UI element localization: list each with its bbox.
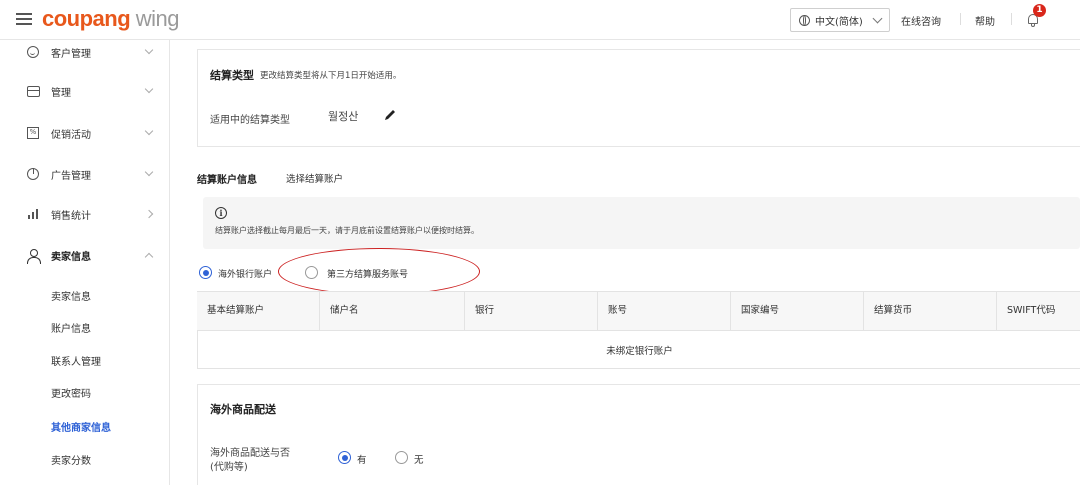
chevron-up-icon bbox=[144, 252, 154, 262]
pencil-icon[interactable] bbox=[383, 108, 397, 122]
language-select[interactable]: 中文(简体) bbox=[790, 8, 890, 32]
chevron-right-icon bbox=[144, 209, 154, 219]
card-icon bbox=[26, 84, 40, 98]
sidebar-item-label: 客户管理 bbox=[51, 48, 91, 60]
sidebar-item-label: 销售统计 bbox=[51, 210, 91, 222]
sub-item-change-password[interactable]: 更改密码 bbox=[51, 385, 91, 400]
radio-overseas-yes[interactable] bbox=[338, 451, 351, 464]
column-header: 银行 bbox=[465, 292, 598, 330]
pie-chart-icon bbox=[26, 167, 40, 181]
settlement-type-title: 结算类型 bbox=[210, 69, 254, 82]
sidebar-item-label: 促销活动 bbox=[51, 129, 91, 141]
sidebar-item-seller-info[interactable]: 卖家信息 bbox=[0, 243, 169, 267]
bar-chart-icon bbox=[26, 207, 40, 221]
logo[interactable]: coupang wing bbox=[42, 6, 180, 32]
table-header: 基本结算账户 储户名 银行 账号 国家编号 结算货币 SWIFT代码 bbox=[197, 291, 1080, 331]
sidebar-item-manage[interactable]: 管理 bbox=[0, 79, 169, 103]
user-icon bbox=[26, 248, 41, 264]
column-header: 账号 bbox=[598, 292, 731, 330]
current-settlement-value: 월정산 bbox=[328, 110, 359, 123]
overseas-shipping-title: 海外商品配送 bbox=[210, 403, 276, 416]
sidebar-item-label: 广告管理 bbox=[51, 170, 91, 182]
sidebar-item-customer[interactable]: 客户管理 bbox=[0, 40, 169, 64]
menu-icon[interactable] bbox=[16, 13, 32, 25]
sidebar-item-sales-stats[interactable]: 销售统计 bbox=[0, 202, 169, 226]
column-header: 储户名 bbox=[320, 292, 465, 330]
overseas-shipping-card: 海外商品配送 海外商品配送与否 (代购等) 有 无 bbox=[197, 384, 1080, 485]
help-link[interactable]: 帮助 bbox=[975, 13, 995, 28]
chevron-down-icon bbox=[144, 45, 154, 55]
divider bbox=[960, 13, 961, 25]
language-label: 中文(简体) bbox=[815, 16, 863, 28]
sub-item-contacts[interactable]: 联系人管理 bbox=[51, 353, 101, 368]
column-header: 国家编号 bbox=[731, 292, 864, 330]
divider bbox=[1011, 13, 1012, 25]
sidebar-item-ads[interactable]: 广告管理 bbox=[0, 162, 169, 186]
chevron-down-icon bbox=[872, 13, 883, 24]
chevron-down-icon bbox=[144, 126, 154, 136]
sub-item-account-info[interactable]: 账户信息 bbox=[51, 320, 91, 335]
radio-overseas-yes-label[interactable]: 有 bbox=[357, 452, 367, 466]
chevron-down-icon bbox=[144, 84, 154, 94]
column-header: 基本结算账户 bbox=[197, 292, 320, 330]
chevron-down-icon bbox=[144, 167, 154, 177]
column-header: 结算货币 bbox=[864, 292, 997, 330]
notification-badge: 1 bbox=[1033, 4, 1046, 17]
info-icon: i bbox=[215, 207, 227, 219]
online-consult-link[interactable]: 在线咨询 bbox=[901, 13, 941, 28]
settlement-type-card: 结算类型 更改结算类型将从下月1日开始适用。 适用中的结算类型 월정산 bbox=[197, 49, 1080, 147]
notice-box: i 结算账户选择截止每月最后一天，请于月底前设置结算账户以便按时结算。 bbox=[203, 197, 1080, 249]
empty-state-text: 未绑定银行账户 bbox=[606, 346, 673, 357]
notice-text: 结算账户选择截止每月最后一天，请于月底前设置结算账户以便按时结算。 bbox=[215, 226, 479, 235]
radio-overseas-no-label[interactable]: 无 bbox=[414, 452, 424, 466]
sidebar-item-label: 卖家信息 bbox=[51, 251, 91, 263]
annotation-ellipse bbox=[278, 248, 480, 295]
sidebar-item-promotion[interactable]: % 促销活动 bbox=[0, 121, 169, 145]
promo-icon: % bbox=[26, 126, 40, 140]
column-header: SWIFT代码 bbox=[1007, 305, 1056, 316]
radio-overseas-bank-label[interactable]: 海外银行账户 bbox=[218, 267, 272, 280]
top-header: coupang wing 中文(简体) 在线咨询 帮助 1 bbox=[0, 0, 1080, 40]
smile-icon bbox=[26, 45, 40, 59]
account-info-title: 结算账户信息 bbox=[197, 175, 257, 186]
radio-overseas-no[interactable] bbox=[395, 451, 408, 464]
sub-item-seller-score[interactable]: 卖家分数 bbox=[51, 452, 91, 467]
settlement-type-note: 更改结算类型将从下月1日开始适用。 bbox=[260, 71, 402, 81]
current-settlement-label: 适用中的结算类型 bbox=[210, 115, 290, 126]
overseas-question-line1: 海外商品配送与否 bbox=[210, 448, 290, 459]
sub-item-other-merchant-info[interactable]: 其他商家信息 bbox=[51, 419, 111, 434]
overseas-question-line2: (代购等) bbox=[210, 462, 248, 473]
table-body: 未绑定银行账户 bbox=[197, 331, 1080, 369]
radio-overseas-bank[interactable] bbox=[199, 266, 212, 279]
globe-icon bbox=[799, 14, 810, 26]
sidebar-item-label: 管理 bbox=[51, 87, 71, 99]
sidebar: 客户管理 管理 % 促销活动 广告管理 销售统计 卖家信息 卖家信息 账户信息 … bbox=[0, 40, 170, 485]
sub-item-seller-info[interactable]: 卖家信息 bbox=[51, 288, 91, 303]
select-account-label: 选择结算账户 bbox=[286, 174, 344, 185]
